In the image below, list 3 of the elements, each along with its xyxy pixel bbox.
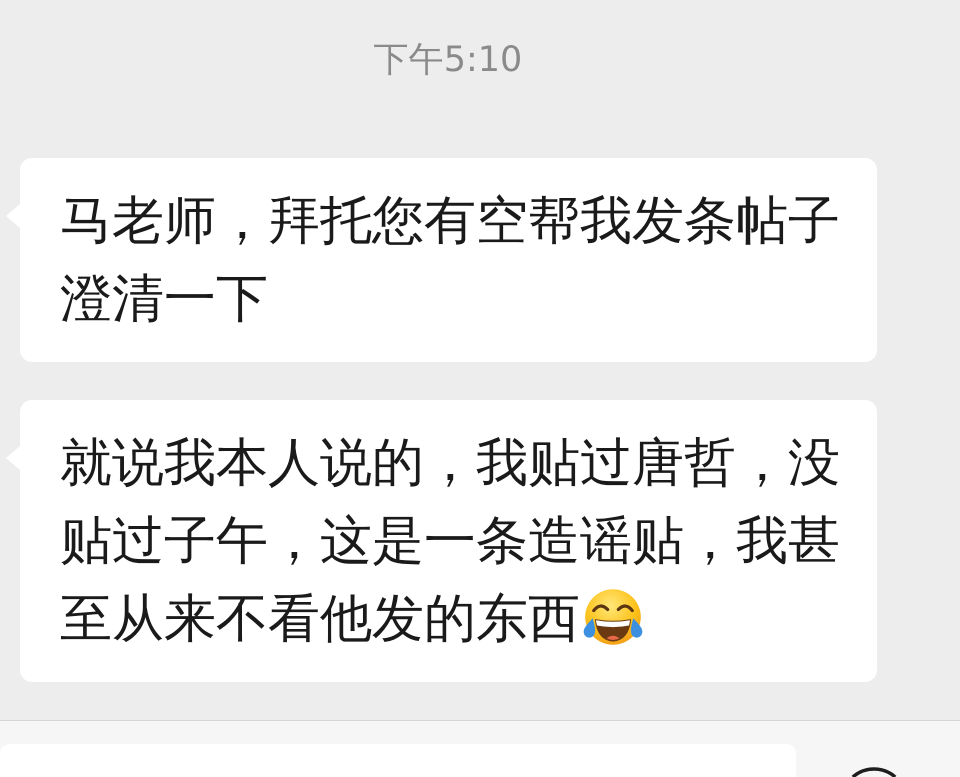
message-timestamp: 下午5:10 [374,40,522,80]
message-text: 就说我本人说的，我贴过唐哲，没贴过子午，这是一条造谣贴，我甚至从来不看他发的东西 [60,433,840,649]
message-text: 马老师，拜托您有空帮我发条帖子澄清一下 [60,191,840,329]
